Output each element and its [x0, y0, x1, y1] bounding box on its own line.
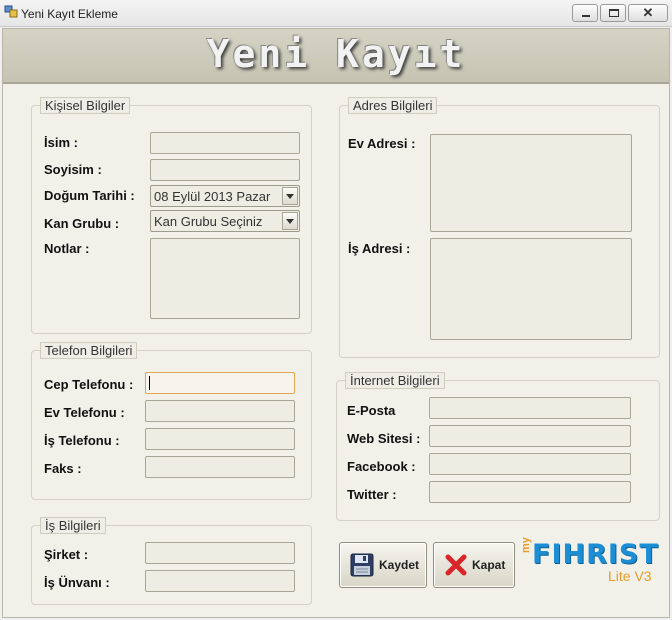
name-label: İsim :	[44, 135, 78, 150]
save-button[interactable]: Kaydet	[339, 542, 427, 588]
save-button-label: Kaydet	[379, 558, 420, 572]
minimize-button[interactable]	[572, 4, 598, 22]
company-label: Şirket :	[44, 547, 89, 562]
work-address-label: İş Adresi :	[348, 241, 411, 256]
twitter-input[interactable]	[429, 481, 631, 503]
window-title: Yeni Kayıt Ekleme	[21, 7, 118, 21]
job-info-legend: İş Bilgileri	[40, 517, 106, 534]
email-input[interactable]	[429, 397, 631, 419]
phone-info-legend: Telefon Bilgileri	[40, 342, 138, 359]
app-icon	[4, 5, 18, 18]
facebook-label: Facebook :	[347, 459, 416, 474]
blood-group-value: Kan Grubu Seçiniz	[154, 214, 263, 229]
work-address-textarea[interactable]	[430, 238, 632, 340]
personal-info-legend: Kişisel Bilgiler	[40, 97, 131, 114]
internet-info-legend: İnternet Bilgileri	[345, 372, 445, 389]
window-titlebar[interactable]: Yeni Kayıt Ekleme ✕	[0, 0, 672, 27]
chevron-down-icon	[286, 219, 294, 224]
fax-input[interactable]	[145, 456, 295, 478]
form-client-area: Yeni Kayıt Kişisel Bilgiler İsim : Soyis…	[2, 28, 670, 618]
surname-input[interactable]	[150, 159, 300, 181]
work-phone-input[interactable]	[145, 428, 295, 450]
close-window-button[interactable]: ✕	[628, 4, 668, 22]
minimize-icon	[582, 15, 590, 17]
fax-label: Faks :	[44, 461, 82, 476]
maximize-icon	[609, 9, 619, 17]
work-phone-label: İş Telefonu :	[44, 433, 120, 448]
maximize-button[interactable]	[600, 4, 626, 22]
facebook-input[interactable]	[429, 453, 631, 475]
website-label: Web Sitesi :	[347, 431, 421, 446]
notes-label: Notlar :	[44, 241, 90, 256]
mobile-phone-input[interactable]	[145, 372, 295, 394]
floppy-disk-icon	[350, 553, 374, 577]
job-info-group: İş Bilgileri	[31, 517, 312, 605]
birthdate-dropdown-button[interactable]	[282, 187, 298, 205]
logo-edition: Lite V3	[608, 568, 652, 584]
birthdate-label: Doğum Tarihi :	[44, 188, 135, 203]
home-phone-input[interactable]	[145, 400, 295, 422]
twitter-label: Twitter :	[347, 487, 397, 502]
red-x-icon	[445, 554, 467, 576]
name-input[interactable]	[150, 132, 300, 154]
close-icon: ✕	[642, 5, 654, 20]
address-info-legend: Adres Bilgileri	[348, 97, 438, 114]
blood-group-label: Kan Grubu :	[44, 216, 120, 231]
notes-textarea[interactable]	[150, 238, 300, 319]
blood-group-dropdown-button[interactable]	[282, 212, 298, 230]
birthdate-picker[interactable]: 08 Eylül 2013 Pazar	[150, 185, 300, 207]
website-input[interactable]	[429, 425, 631, 447]
close-button-label: Kapat	[472, 558, 506, 572]
home-address-label: Ev Adresi :	[348, 136, 416, 151]
header-banner: Yeni Kayıt	[3, 29, 669, 84]
myfihrist-logo: my FIHRIST Lite V3	[520, 537, 660, 589]
birthdate-value: 08 Eylül 2013 Pazar	[154, 189, 271, 204]
chevron-down-icon	[286, 194, 294, 199]
page-title: Yeni Kayıt	[206, 32, 466, 76]
logo-name: FIHRIST	[532, 539, 659, 570]
blood-group-select[interactable]: Kan Grubu Seçiniz	[150, 210, 300, 232]
logo-prefix: my	[520, 537, 532, 553]
job-title-input[interactable]	[145, 570, 295, 592]
mobile-phone-label: Cep Telefonu :	[44, 377, 134, 392]
home-phone-label: Ev Telefonu :	[44, 405, 125, 420]
company-input[interactable]	[145, 542, 295, 564]
email-label: E-Posta	[347, 403, 396, 418]
job-title-label: İş Ünvanı :	[44, 575, 110, 590]
surname-label: Soyisim :	[44, 162, 102, 177]
home-address-textarea[interactable]	[430, 134, 632, 232]
text-caret	[149, 376, 150, 390]
close-button[interactable]: Kapat	[433, 542, 515, 588]
